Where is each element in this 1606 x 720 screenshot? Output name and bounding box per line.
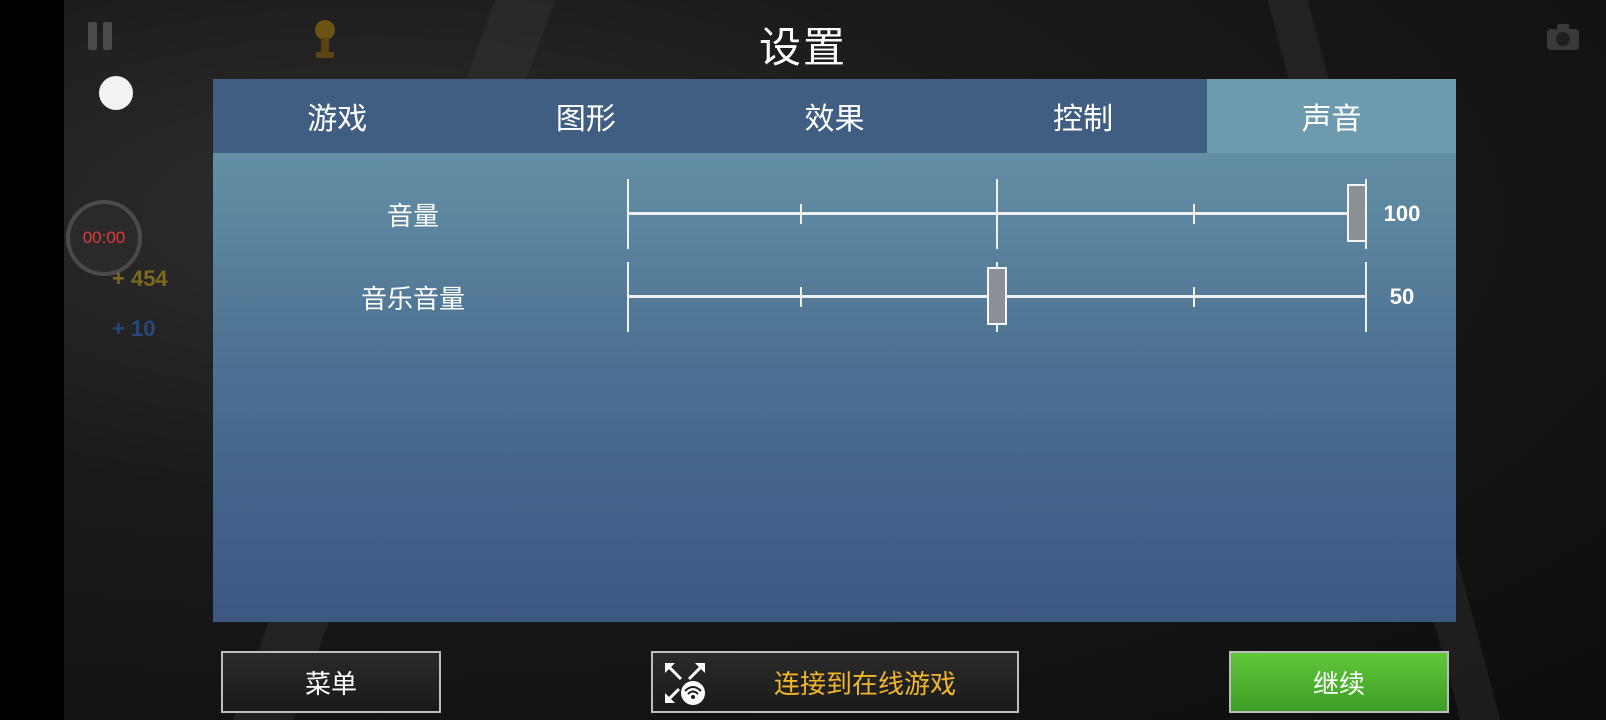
music-volume-slider-handle[interactable] — [987, 267, 1007, 325]
music-volume-value: 50 — [1389, 284, 1415, 309]
page-title: 设置 — [758, 23, 847, 72]
timer: 00:00 — [66, 200, 142, 276]
online-game-button[interactable]: 连接到在线游戏 — [651, 651, 1019, 713]
volume-slider-handle[interactable] — [1347, 184, 1367, 242]
slider-tick — [996, 179, 998, 249]
volume-value: 100 — [1383, 201, 1421, 226]
music-volume-label: 音乐音量 — [360, 284, 465, 315]
coins-counter: + 454 — [112, 266, 168, 291]
volume-label: 音量 — [386, 201, 439, 232]
volume-slider[interactable] — [627, 179, 1367, 249]
gems-counter: + 10 — [112, 316, 156, 341]
tab-sound[interactable]: 声音 — [1207, 79, 1456, 153]
slider-tick — [627, 262, 629, 332]
settings-panel: 游戏 图形 效果 控制 声音 音量 100 音乐音量 50 — [213, 79, 1456, 622]
slider-tick — [800, 287, 802, 307]
tab-bar: 游戏 图形 效果 控制 声音 — [213, 79, 1456, 153]
slider-tick — [627, 179, 629, 249]
music-volume-row: 音乐音量 50 — [213, 262, 1456, 332]
tab-graphics[interactable]: 图形 — [461, 79, 711, 153]
slider-tick — [1193, 287, 1195, 307]
continue-button[interactable]: 继续 — [1229, 651, 1449, 713]
online-connect-icon — [661, 659, 709, 707]
menu-button[interactable]: 菜单 — [221, 651, 441, 713]
tab-game[interactable]: 游戏 — [213, 79, 462, 153]
volume-row: 音量 100 — [213, 179, 1456, 249]
tab-effects[interactable]: 效果 — [710, 79, 959, 153]
online-game-label: 连接到在线游戏 — [773, 669, 956, 700]
music-volume-slider[interactable] — [627, 262, 1367, 332]
slider-tick — [1193, 204, 1195, 224]
record-indicator[interactable] — [99, 76, 133, 110]
tab-controls[interactable]: 控制 — [958, 79, 1208, 153]
slider-tick — [800, 204, 802, 224]
